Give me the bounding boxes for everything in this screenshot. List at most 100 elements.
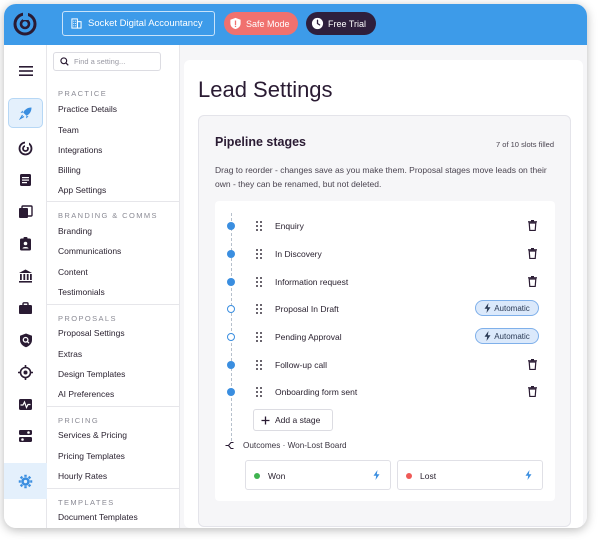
content-panel: Lead Settings Pipeline stages 7 of 10 sl… xyxy=(184,60,583,528)
menu-item-services-pricing[interactable]: Services & Pricing xyxy=(58,430,127,440)
trash-icon[interactable] xyxy=(528,276,537,287)
slots-count: 7 of 10 slots filled xyxy=(496,140,554,149)
trash-icon[interactable] xyxy=(528,359,537,370)
safe-mode-toggle[interactable]: Safe Mode xyxy=(224,12,298,35)
stage-dot xyxy=(227,361,235,369)
menu-item-app-settings[interactable]: App Settings xyxy=(58,185,106,195)
crosshair-icon[interactable] xyxy=(8,357,43,387)
gear-icon[interactable] xyxy=(4,463,47,499)
stage-row[interactable]: Follow-up call xyxy=(215,355,555,375)
menu-item-practice-details[interactable]: Practice Details xyxy=(58,104,117,114)
stage-list: Enquiry In Discovery Information request… xyxy=(215,201,555,501)
trash-icon[interactable] xyxy=(528,248,537,259)
stage-row[interactable]: Proposal In Draft Automatic xyxy=(215,299,555,319)
settings-search-input[interactable]: Find a setting... xyxy=(53,52,161,71)
add-stage-button[interactable]: Add a stage xyxy=(253,409,333,431)
socket-logo-icon[interactable] xyxy=(13,12,37,36)
stage-dot xyxy=(227,305,235,313)
section-title-proposals: PROPOSALS xyxy=(58,314,117,323)
hamburger-icon[interactable] xyxy=(8,56,43,86)
section-title-branding: BRANDING & COMMS xyxy=(58,211,158,220)
card-description: Drag to reorder - changes save as you ma… xyxy=(215,165,547,189)
bank-icon[interactable] xyxy=(8,261,43,291)
stage-name: Follow-up call xyxy=(275,360,327,370)
top-bar: Socket Digital Accountancy Safe Mode Fre… xyxy=(4,4,587,45)
menu-item-design-templates[interactable]: Design Templates xyxy=(58,369,125,379)
outcome-name: Won xyxy=(268,471,286,481)
stage-row[interactable]: Enquiry xyxy=(215,216,555,236)
menu-item-proposal-settings[interactable]: Proposal Settings xyxy=(58,328,125,338)
toggles-icon[interactable] xyxy=(8,421,43,451)
section-divider xyxy=(47,201,180,202)
menu-item-content[interactable]: Content xyxy=(58,267,88,277)
search-placeholder: Find a setting... xyxy=(74,57,126,66)
safe-mode-label: Safe Mode xyxy=(246,18,290,29)
drag-handle-icon[interactable] xyxy=(256,360,262,370)
shield-icon xyxy=(230,17,241,30)
stage-row[interactable]: In Discovery xyxy=(215,244,555,264)
menu-item-pricing-templates[interactable]: Pricing Templates xyxy=(58,451,125,461)
trash-icon[interactable] xyxy=(528,220,537,231)
lightning-icon xyxy=(373,470,380,480)
menu-item-document-templates[interactable]: Document Templates xyxy=(58,512,138,522)
menu-item-communications[interactable]: Communications xyxy=(58,246,121,256)
books-icon[interactable] xyxy=(8,197,43,227)
briefcase-icon[interactable] xyxy=(8,293,43,323)
menu-item-extras[interactable]: Extras xyxy=(58,349,82,359)
contact-card-icon[interactable] xyxy=(8,229,43,259)
pulse-icon[interactable] xyxy=(8,389,43,419)
card-title: Pipeline stages xyxy=(215,135,307,149)
stage-dot xyxy=(227,222,235,230)
menu-item-billing[interactable]: Billing xyxy=(58,165,81,175)
organisation-button[interactable]: Socket Digital Accountancy xyxy=(62,11,215,36)
pipeline-stages-card: Pipeline stages 7 of 10 slots filled Dra… xyxy=(198,115,571,527)
menu-item-integrations[interactable]: Integrations xyxy=(58,145,102,155)
shield-search-icon[interactable] xyxy=(8,325,43,355)
menu-item-team[interactable]: Team xyxy=(58,125,79,135)
stage-dot xyxy=(227,388,235,396)
add-stage-label: Add a stage xyxy=(275,415,321,425)
document-icon[interactable] xyxy=(8,165,43,195)
rocket-icon[interactable] xyxy=(8,98,43,128)
drag-handle-icon[interactable] xyxy=(256,249,262,259)
free-trial-label: Free Trial xyxy=(328,18,367,29)
menu-item-ai-preferences[interactable]: AI Preferences xyxy=(58,389,114,399)
outcome-won[interactable]: Won xyxy=(245,460,391,490)
section-title-templates: TEMPLATES xyxy=(58,498,115,507)
icon-rail xyxy=(4,45,47,528)
trash-icon[interactable] xyxy=(528,386,537,397)
target-icon[interactable] xyxy=(8,133,43,163)
automatic-label: Automatic xyxy=(494,303,530,313)
stage-row[interactable]: Onboarding form sent xyxy=(215,382,555,402)
outcomes-label: Outcomes · Won-Lost Board xyxy=(243,441,347,450)
stage-name: In Discovery xyxy=(275,249,322,259)
settings-menu: Find a setting... PRACTICE Practice Deta… xyxy=(47,45,180,528)
stage-dot xyxy=(227,278,235,286)
menu-item-branding[interactable]: Branding xyxy=(58,226,92,236)
stage-name: Proposal In Draft xyxy=(275,304,339,314)
search-icon xyxy=(60,57,69,66)
stage-name: Enquiry xyxy=(275,221,304,231)
main-content: Lead Settings Pipeline stages 7 of 10 sl… xyxy=(180,45,587,528)
lightning-icon xyxy=(484,331,491,341)
section-title-practice: PRACTICE xyxy=(58,89,108,98)
menu-item-hourly-rates[interactable]: Hourly Rates xyxy=(58,471,107,481)
section-title-pricing: PRICING xyxy=(58,416,100,425)
stage-row[interactable]: Pending Approval Automatic xyxy=(215,327,555,347)
outcome-lost[interactable]: Lost xyxy=(397,460,543,490)
drag-handle-icon[interactable] xyxy=(256,387,262,397)
drag-handle-icon[interactable] xyxy=(256,277,262,287)
split-arrow-icon xyxy=(225,441,234,450)
drag-handle-icon[interactable] xyxy=(256,304,262,314)
lost-dot xyxy=(406,473,412,479)
drag-handle-icon[interactable] xyxy=(256,221,262,231)
drag-handle-icon[interactable] xyxy=(256,332,262,342)
outcomes-header: Outcomes · Won-Lost Board xyxy=(225,441,347,450)
clock-icon xyxy=(311,17,324,30)
menu-item-testimonials[interactable]: Testimonials xyxy=(58,287,105,297)
stage-row[interactable]: Information request xyxy=(215,272,555,292)
building-icon xyxy=(71,18,82,29)
won-dot xyxy=(254,473,260,479)
lightning-icon xyxy=(525,470,532,480)
free-trial-badge[interactable]: Free Trial xyxy=(306,12,376,35)
